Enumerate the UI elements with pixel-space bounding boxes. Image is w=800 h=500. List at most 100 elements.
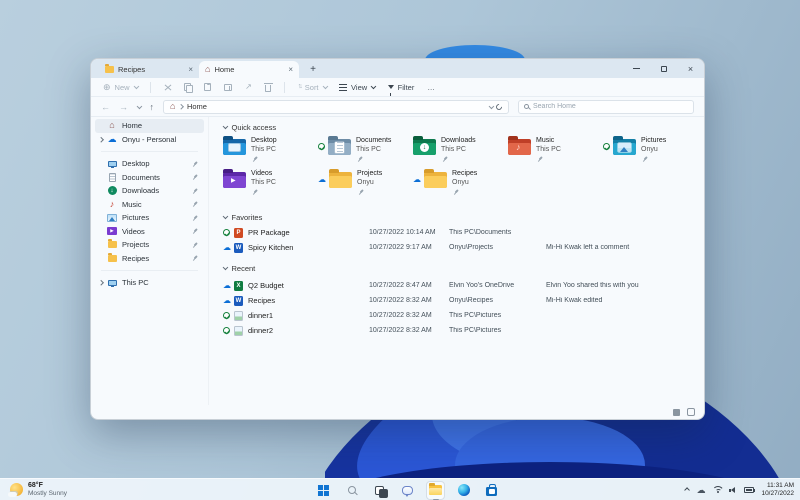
edge-icon: [457, 484, 470, 496]
desktop-icon: [107, 160, 117, 168]
file-row-dinner1[interactable]: dinner1 10/27/2022 8:32 AM This PC\Pictu…: [209, 308, 704, 323]
breadcrumb-path: Home: [186, 102, 207, 111]
start-button[interactable]: [314, 481, 333, 500]
sidebar-item-pictures[interactable]: Pictures: [95, 211, 204, 225]
taskbar-icons: [314, 479, 501, 500]
sidebar-item-onedrive[interactable]: ☁ Onyu - Personal: [95, 133, 204, 147]
new-tab-button[interactable]: +: [305, 62, 321, 78]
rename-icon[interactable]: [224, 83, 233, 91]
volume-icon[interactable]: [729, 486, 737, 494]
pin-icon: [191, 173, 199, 181]
search-box[interactable]: [518, 99, 694, 114]
chat-button[interactable]: [398, 481, 417, 500]
tray-expand-button[interactable]: [684, 488, 690, 494]
tab-home[interactable]: ⌂ Home ×: [199, 61, 299, 78]
maximize-button[interactable]: [650, 59, 677, 78]
close-tab-icon[interactable]: ×: [288, 65, 293, 74]
edge-button[interactable]: [454, 481, 473, 500]
chevron-right-icon[interactable]: [98, 280, 104, 286]
sidebar-item-documents[interactable]: Documents: [95, 171, 204, 185]
sidebar-item-projects[interactable]: Projects: [95, 238, 204, 252]
powerpoint-file-icon: [234, 227, 243, 238]
sort-button[interactable]: ↑↓ Sort: [298, 83, 328, 92]
weather-widget[interactable]: 68°F Mostly Sunny: [8, 482, 67, 498]
delete-icon[interactable]: [264, 82, 274, 92]
file-explorer-icon: [428, 483, 442, 495]
status-bar: [91, 405, 704, 419]
sidebar-item-home[interactable]: ⌂ Home: [95, 119, 204, 133]
section-header-quick-access[interactable]: Quick access: [209, 121, 704, 133]
view-button[interactable]: View: [339, 83, 377, 92]
sidebar-item-videos[interactable]: ▶ Videos: [95, 225, 204, 239]
sidebar-item-recipes[interactable]: Recipes: [95, 252, 204, 266]
quick-access-tile-pictures[interactable]: Pictures Onyu: [603, 136, 698, 169]
clock-time: 11:31 AM: [767, 482, 794, 489]
copy-icon[interactable]: [184, 83, 194, 93]
battery-icon[interactable]: [744, 487, 756, 493]
quick-access-tile-downloads[interactable]: ↓ Downloads This PC: [413, 136, 508, 169]
chat-bubble-icon: [401, 485, 413, 497]
divider: [101, 270, 198, 271]
content-pane: Quick access Desktop This PC Documents T…: [209, 117, 704, 405]
up-button[interactable]: ↑: [150, 102, 155, 112]
minimize-button[interactable]: [623, 59, 650, 78]
sidebar-item-this-pc[interactable]: This PC: [95, 276, 204, 290]
chevron-down-icon: [222, 213, 228, 219]
quick-access-tile-videos[interactable]: ▶ Videos This PC: [223, 169, 318, 202]
wifi-icon[interactable]: [712, 486, 722, 494]
tab-recipes[interactable]: Recipes ×: [99, 61, 199, 78]
file-row-q2-budget[interactable]: ☁ Q2 Budget 10/27/2022 8:47 AM Elvin Yoo…: [209, 278, 704, 293]
sidebar-item-downloads[interactable]: ↓ Downloads: [95, 184, 204, 198]
projects-folder-icon: [329, 169, 352, 188]
file-row-dinner2[interactable]: dinner2 10/27/2022 8:32 AM This PC\Pictu…: [209, 323, 704, 338]
search-button[interactable]: [342, 481, 361, 500]
word-file-icon: [234, 295, 243, 306]
quick-access-tile-documents[interactable]: Documents This PC: [318, 136, 413, 169]
back-button[interactable]: ←: [101, 102, 110, 112]
search-input[interactable]: [533, 103, 688, 110]
paste-icon[interactable]: [204, 82, 212, 91]
sidebar-item-music[interactable]: ♪ Music: [95, 198, 204, 212]
address-bar: ← → ↑ ⌂ Home: [91, 97, 704, 117]
filter-label: Filter: [397, 82, 415, 92]
history-chevron-icon[interactable]: [136, 103, 142, 109]
address-dropdown-icon[interactable]: [488, 103, 494, 109]
address-breadcrumb[interactable]: ⌂ Home: [163, 99, 509, 114]
chevron-right-icon: [178, 104, 184, 109]
image-file-icon: [234, 310, 243, 321]
quick-access-tile-music[interactable]: ♪ Music This PC: [508, 136, 603, 169]
close-button[interactable]: ×: [677, 59, 704, 78]
cut-icon[interactable]: [164, 84, 171, 91]
task-view-button[interactable]: [370, 481, 389, 500]
close-tab-icon[interactable]: ×: [188, 65, 193, 74]
clock[interactable]: 11:31 AM 10/27/2022: [761, 482, 794, 498]
home-icon: ⌂: [170, 101, 176, 111]
file-row-recipes[interactable]: ☁ Recipes 10/27/2022 8:32 AM Onyu\Recipe…: [209, 293, 704, 308]
file-row-pr-package[interactable]: PR Package 10/27/2022 10:14 AM This PC\D…: [209, 225, 704, 240]
details-view-toggle-icon[interactable]: [673, 408, 680, 416]
music-note-icon: ♪: [109, 198, 115, 209]
sidebar-item-desktop[interactable]: Desktop: [95, 157, 204, 171]
section-header-favorites[interactable]: Favorites: [209, 211, 704, 223]
divider: [283, 81, 285, 93]
quick-access-tile-projects[interactable]: ☁ Projects Onyu: [318, 169, 413, 202]
refresh-icon[interactable]: [494, 102, 504, 111]
forward-button[interactable]: →: [119, 102, 128, 112]
divider: [150, 81, 152, 93]
chevron-right-icon[interactable]: [98, 136, 104, 142]
file-row-spicy-kitchen[interactable]: ☁ Spicy Kitchen 10/27/2022 9:17 AM Onyu\…: [209, 240, 704, 255]
onedrive-tray-icon[interactable]: ☁: [696, 485, 705, 495]
filter-button[interactable]: Filter: [387, 82, 415, 96]
pin-icon: [191, 227, 199, 235]
cloud-status-icon: ☁: [223, 280, 231, 290]
search-icon: [524, 104, 529, 109]
large-icons-view-toggle-icon[interactable]: [687, 408, 695, 416]
quick-access-tile-recipes[interactable]: ☁ Recipes Onyu: [413, 169, 508, 202]
section-header-recent[interactable]: Recent: [209, 262, 704, 274]
file-explorer-button[interactable]: [425, 480, 445, 500]
quick-access-tile-desktop[interactable]: Desktop This PC: [223, 136, 318, 169]
new-button[interactable]: ⊕ New: [103, 82, 139, 92]
share-icon[interactable]: ↗: [245, 83, 252, 91]
store-button[interactable]: [482, 481, 501, 500]
more-options-button[interactable]: …: [427, 83, 435, 92]
